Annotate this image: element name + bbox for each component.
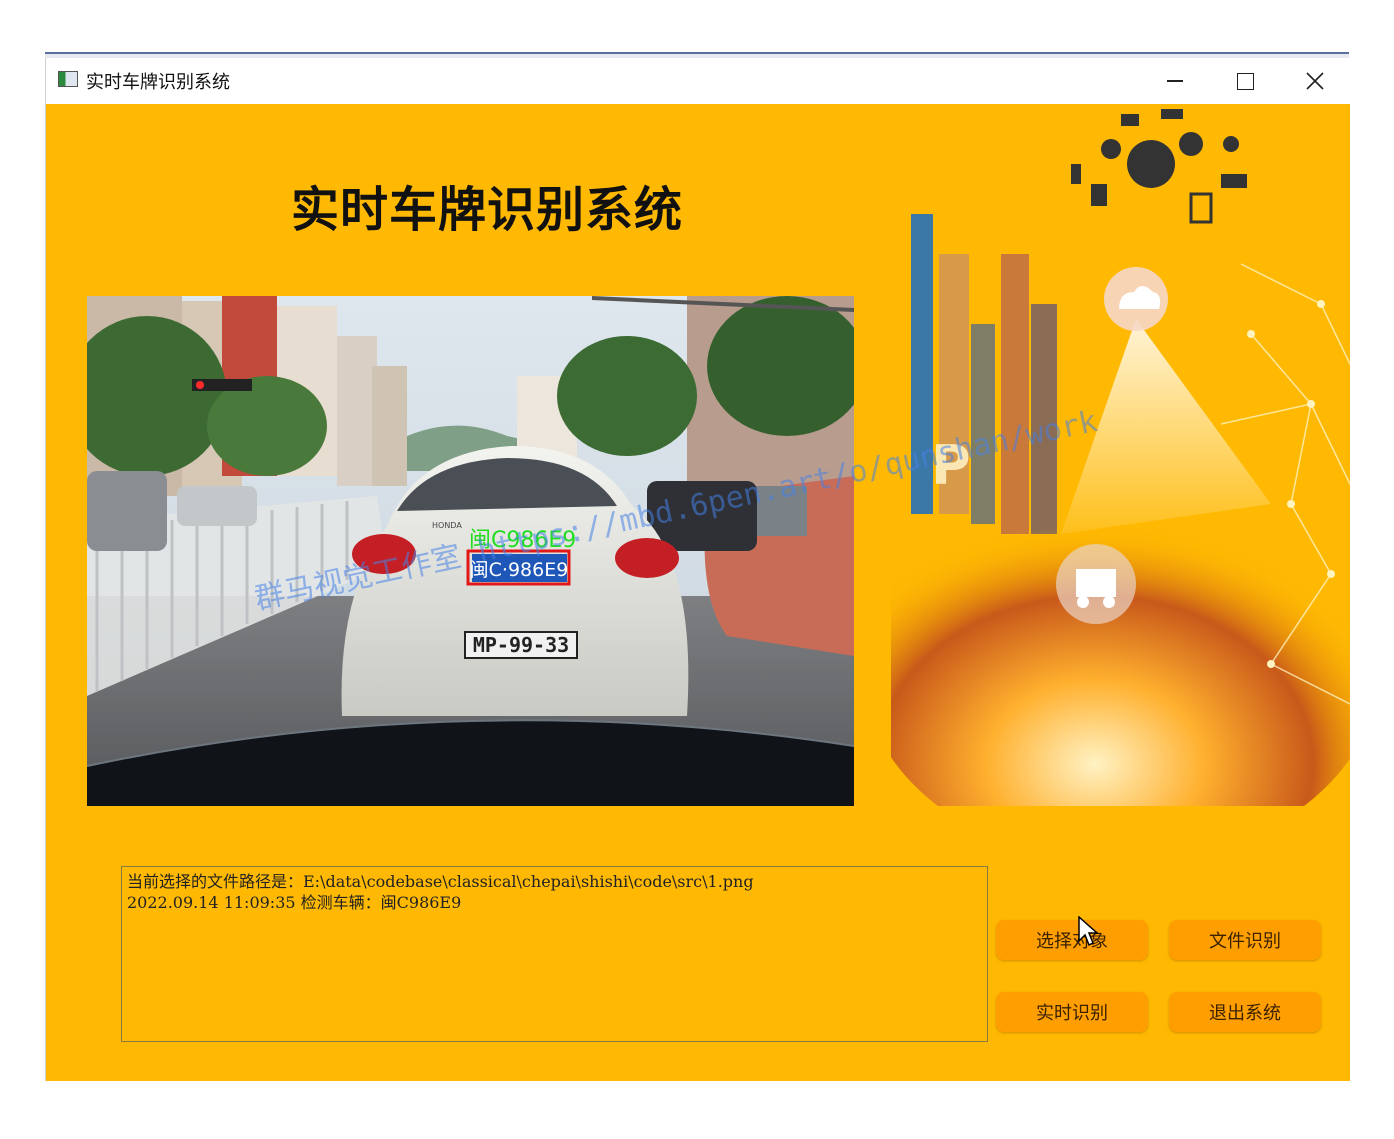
app-window-icon — [58, 71, 78, 87]
rear-plate-text: MP-99-33 — [473, 633, 569, 657]
mouse-cursor-icon — [1078, 916, 1099, 947]
log-line: 当前选择的文件路径是：E:\data\codebase\classical\ch… — [127, 872, 754, 891]
select-target-button[interactable]: 选择对象 — [996, 920, 1148, 960]
close-icon — [1306, 72, 1324, 90]
window-title: 实时车牌识别系统 — [86, 72, 230, 93]
log-line: 2022.09.14 11:09:35 检测车辆：闽C986E9 — [127, 893, 462, 912]
minimize-button[interactable] — [1140, 58, 1210, 104]
car-badge-text: HONDA — [432, 521, 462, 530]
exit-system-button[interactable]: 退出系统 — [1169, 992, 1321, 1032]
file-recognition-button[interactable]: 文件识别 — [1169, 920, 1321, 960]
log-output-panel[interactable]: 当前选择的文件路径是：E:\data\codebase\classical\ch… — [121, 866, 988, 1042]
maximize-icon — [1236, 72, 1254, 90]
close-button[interactable] — [1280, 58, 1350, 104]
realtime-recognition-button[interactable]: 实时识别 — [996, 992, 1148, 1032]
title-bar[interactable]: 实时车牌识别系统 — [46, 58, 1350, 104]
minimize-icon — [1167, 80, 1183, 82]
app-window: 实时车牌识别系统 实时车牌识别系统 MP-99-33 HONDA 闽C·986E… — [45, 58, 1350, 1081]
maximize-button[interactable] — [1210, 58, 1280, 104]
page-title: 实时车牌识别系统 — [291, 182, 684, 238]
main-client-area: 实时车牌识别系统 MP-99-33 HONDA 闽C·986E9 闽C986E9… — [46, 104, 1350, 1081]
